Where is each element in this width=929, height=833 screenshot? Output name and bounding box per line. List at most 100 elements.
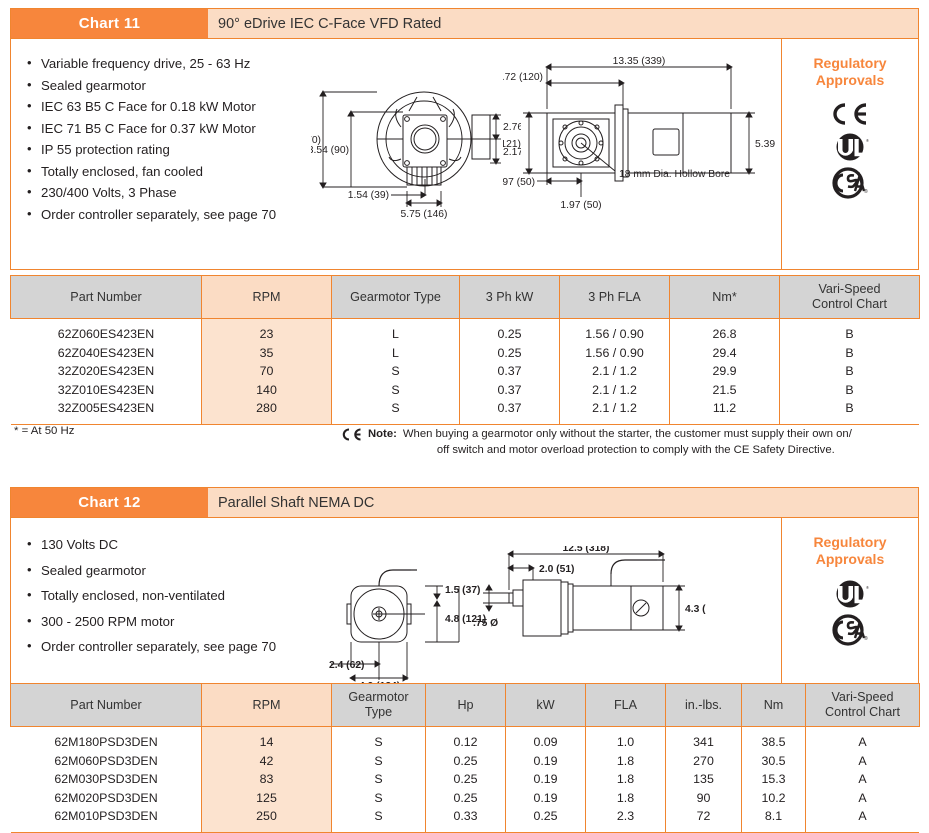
- table-row: 62Z060ES423EN 23 L 0.25 1.56 / 0.90 26.8…: [10, 318, 920, 344]
- note-label: Note:: [368, 428, 397, 440]
- column-header-nm: Nm*: [669, 275, 780, 319]
- chart-12-block: Chart 12 Parallel Shaft NEMA DC 130 Volt…: [10, 487, 919, 692]
- cell-fla: 1.8: [585, 751, 666, 771]
- dim-label: 2.4 (62): [329, 660, 365, 671]
- cell-fla: 1.8: [585, 788, 666, 808]
- chart-12-spec-table: Part Number RPM Gearmotor Type Hp kW FLA …: [10, 683, 920, 833]
- cell-gearmotor-type: L: [331, 343, 460, 363]
- list-item: IEC 71 B5 C Face for 0.37 kW Motor: [27, 117, 311, 140]
- dim-label: 3.54 (90): [311, 145, 349, 156]
- cell-part-number: 32Z010ES423EN: [10, 380, 202, 400]
- cell-3ph-fla: 2.1 / 1.2: [559, 380, 670, 400]
- dim-label: 5.39 (137): [755, 139, 778, 150]
- cell-rpm: 280: [201, 399, 332, 425]
- column-header-in-lbs: in.-lbs.: [665, 683, 742, 727]
- ce-mark-icon: [833, 103, 867, 125]
- cell-part-number: 62Z060ES423EN: [10, 318, 202, 344]
- svg-text:®: ®: [866, 138, 869, 143]
- table-row: 62M030PSD3DEN 83 S 0.25 0.19 1.8 135 15.…: [10, 770, 920, 789]
- cell-vari-speed: B: [779, 318, 920, 344]
- cell-vari-speed: B: [779, 362, 920, 381]
- cell-in-lbs: 72: [665, 807, 742, 833]
- cell-vari-speed: A: [805, 788, 920, 808]
- csa-mark-icon: ®: [832, 167, 868, 199]
- chart-11-block: Chart 11 90° eDrive IEC C-Face VFD Rated…: [10, 8, 919, 270]
- dim-label: 13.35 (339): [613, 56, 666, 67]
- column-header-part-number: Part Number: [10, 275, 202, 319]
- cell-gearmotor-type: S: [331, 807, 426, 833]
- list-item: IP 55 protection rating: [27, 138, 311, 161]
- column-header-part-number: Part Number: [10, 683, 202, 727]
- ul-mark-icon: ®: [836, 133, 869, 161]
- cell-3ph-kw: 0.37: [459, 399, 560, 425]
- cell-gearmotor-type: S: [331, 770, 426, 789]
- column-header-vari-speed-control-chart: Vari-Speed Control Chart: [779, 275, 920, 319]
- chart-11-title: 90° eDrive IEC C-Face VFD Rated: [208, 9, 918, 38]
- list-item: Sealed gearmotor: [27, 74, 311, 97]
- approvals-title: Regulatory Approvals: [782, 534, 918, 568]
- cell-part-number: 62M180PSD3DEN: [10, 726, 202, 752]
- dim-label: 18 mm Dia. Hollow Bore: [619, 169, 730, 180]
- table-row: 62M020PSD3DEN 125 S 0.25 0.19 1.8 90 10.…: [10, 788, 920, 808]
- table-header-row: Part Number RPM Gearmotor Type Hp kW FLA …: [10, 683, 920, 727]
- cell-rpm: 35: [201, 343, 332, 363]
- chart-12-body: 130 Volts DC Sealed gearmotor Totally en…: [10, 517, 919, 692]
- gearmotor-side-view-diagram: 13.35 (339) 4.72 (120) 4.78 (121) 5.39 (…: [503, 56, 778, 211]
- column-header-3ph-fla: 3 Ph FLA: [559, 275, 670, 319]
- approvals-title-line1: Regulatory: [813, 534, 887, 550]
- chart-12-feature-list: 130 Volts DC Sealed gearmotor Totally en…: [11, 518, 311, 688]
- cell-3ph-kw: 0.37: [459, 380, 560, 400]
- csa-mark-icon: ®: [832, 614, 868, 646]
- approvals-title-line2: Approvals: [815, 72, 885, 88]
- column-header-hp: Hp: [425, 683, 506, 727]
- list-item: Totally enclosed, fan cooled: [27, 160, 311, 183]
- dim-label: .75 Ø: [473, 618, 498, 629]
- chart-11-feature-list: Variable frequency drive, 25 - 63 Hz Sea…: [11, 39, 311, 269]
- cell-nm: 38.5: [741, 726, 806, 752]
- table-row: 62M010PSD3DEN 250 S 0.33 0.25 2.3 72 8.1…: [10, 807, 920, 833]
- cell-in-lbs: 90: [665, 788, 742, 808]
- column-header-vari-speed-control-chart: Vari-Speed Control Chart: [805, 683, 920, 727]
- dim-label: 1.97 (50): [560, 200, 601, 211]
- cell-gearmotor-type: L: [331, 318, 460, 344]
- cell-nm: 10.2: [741, 788, 806, 808]
- cell-rpm: 42: [201, 751, 332, 771]
- cell-in-lbs: 135: [665, 770, 742, 789]
- cell-nm: 29.4: [669, 343, 780, 363]
- list-item: Totally enclosed, non-ventilated: [27, 582, 311, 609]
- gearmotor-front-view-diagram: 6.70 (170) 3.54 (90) 1.54 (39) 5.75 (146…: [311, 90, 521, 220]
- cell-rpm: 70: [201, 362, 332, 381]
- cell-rpm: 14: [201, 726, 332, 752]
- ce-note: Note: When buying a gearmotor only witho…: [340, 427, 852, 458]
- cell-nm: 29.9: [669, 362, 780, 381]
- cell-nm: 11.2: [669, 399, 780, 425]
- cell-3ph-fla: 1.56 / 0.90: [559, 343, 670, 363]
- chart-11-regulatory-approvals: Regulatory Approvals ® ®: [781, 39, 918, 269]
- cell-fla: 1.0: [585, 726, 666, 752]
- cell-gearmotor-type: S: [331, 399, 460, 425]
- chart-11-spec-table: Part Number RPM Gearmotor Type 3 Ph kW 3…: [10, 275, 920, 425]
- cell-3ph-kw: 0.37: [459, 362, 560, 381]
- cell-3ph-fla: 2.1 / 1.2: [559, 399, 670, 425]
- list-item: Order controller separately, see page 70: [27, 203, 311, 226]
- list-item: 130 Volts DC: [27, 531, 311, 558]
- cell-3ph-kw: 0.25: [459, 318, 560, 344]
- cell-part-number: 62Z040ES423EN: [10, 343, 202, 363]
- cell-hp: 0.25: [425, 788, 506, 808]
- list-item: Variable frequency drive, 25 - 63 Hz: [27, 52, 311, 75]
- cell-gearmotor-type: S: [331, 380, 460, 400]
- chart-12-regulatory-approvals: Regulatory Approvals ® ®: [781, 518, 918, 688]
- cell-rpm: 250: [201, 807, 332, 833]
- cell-nm: 15.3: [741, 770, 806, 789]
- chart-12-title: Parallel Shaft NEMA DC: [208, 488, 918, 517]
- dim-label: 4.3 (108): [685, 604, 706, 615]
- dim-label: 12.5 (318): [563, 546, 610, 554]
- approvals-title-line2: Approvals: [815, 551, 885, 567]
- table-row: 62M180PSD3DEN 14 S 0.12 0.09 1.0 341 38.…: [10, 726, 920, 752]
- cell-vari-speed: B: [779, 399, 920, 425]
- list-item: 300 - 2500 RPM motor: [27, 608, 311, 635]
- cell-part-number: 32Z020ES423EN: [10, 362, 202, 381]
- cell-vari-speed: A: [805, 807, 920, 833]
- cell-3ph-fla: 2.1 / 1.2: [559, 362, 670, 381]
- cell-hp: 0.33: [425, 807, 506, 833]
